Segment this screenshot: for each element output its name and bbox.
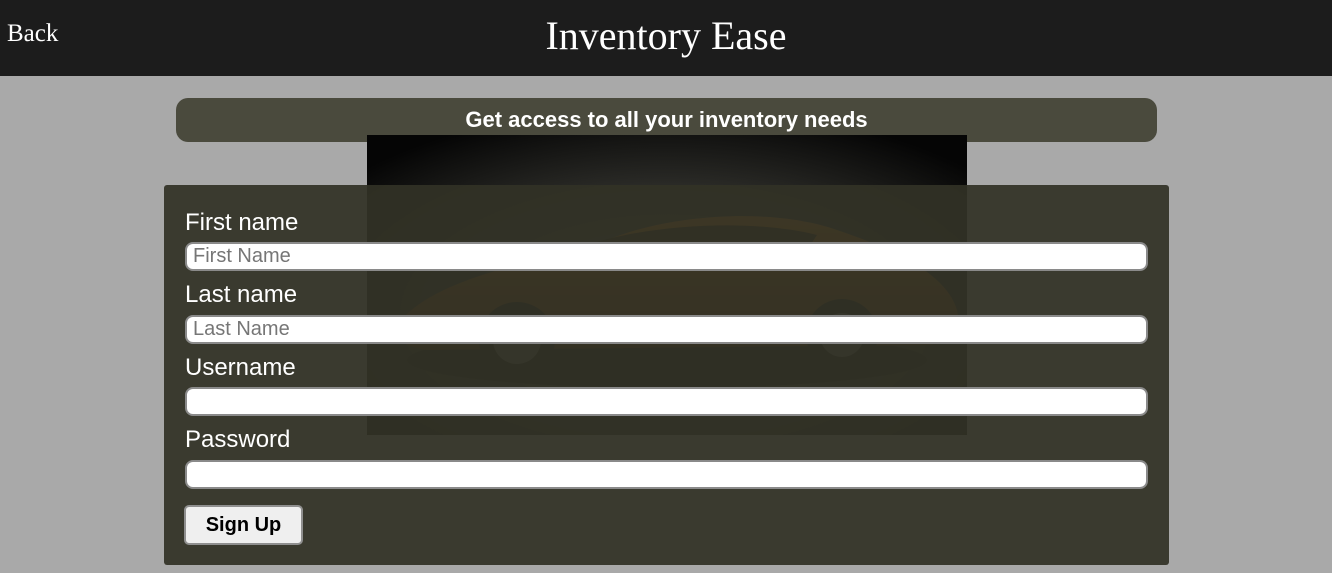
top-bar: Back Inventory Ease bbox=[0, 0, 1332, 76]
app-title: Inventory Ease bbox=[545, 13, 787, 58]
password-label: Password bbox=[185, 426, 291, 453]
sign-up-button[interactable]: Sign Up bbox=[184, 505, 303, 545]
last-name-input[interactable] bbox=[185, 315, 1148, 344]
first-name-label: First name bbox=[185, 209, 299, 236]
first-name-input[interactable] bbox=[185, 242, 1148, 271]
password-input[interactable] bbox=[185, 460, 1148, 489]
signup-form: First name Last name Username Password S… bbox=[164, 185, 1169, 565]
last-name-label: Last name bbox=[185, 281, 298, 308]
username-input[interactable] bbox=[185, 387, 1148, 416]
username-label: Username bbox=[185, 354, 296, 381]
